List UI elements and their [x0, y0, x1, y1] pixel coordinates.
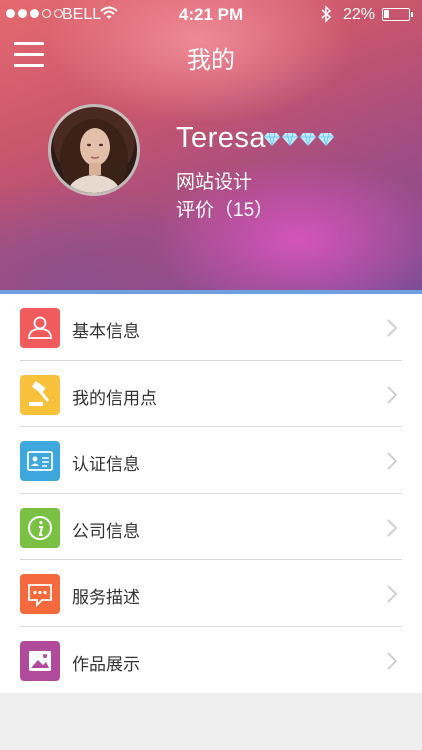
chevron-right-icon — [387, 452, 398, 470]
page-title: 我的 — [187, 47, 235, 74]
chevron-right-icon — [387, 518, 398, 537]
chevron-right-icon — [387, 585, 398, 603]
menu-item-label: 公司信息 — [72, 521, 140, 541]
info-icon — [20, 507, 60, 548]
avatar[interactable] — [48, 104, 140, 196]
menu-item-label: 我的信用点 — [72, 388, 157, 408]
menu-item-basic-info[interactable]: 基本信息 — [0, 294, 422, 361]
menu-item-certification[interactable]: 认证信息 — [0, 427, 422, 494]
menu-item-label: 基本信息 — [72, 322, 140, 341]
empty-background-area — [0, 693, 422, 750]
user-icon — [20, 308, 60, 348]
gavel-icon — [20, 374, 60, 415]
user-rating-count[interactable]: 评价（15） — [176, 195, 273, 222]
menu-item-label: 服务描述 — [72, 588, 140, 607]
app-screen: BELL 4:21 PM 22% 我的 Teresa 网站设计 评价（15） 基… — [0, 0, 422, 750]
status-bar: BELL 4:21 PM 22% — [0, 0, 422, 30]
user-name: Teresa — [176, 122, 267, 154]
id-card-icon — [20, 441, 60, 481]
image-icon — [20, 640, 60, 681]
chevron-right-icon — [387, 385, 398, 404]
battery-percentage: 22% — [343, 6, 376, 23]
menu-item-credit-points[interactable]: 我的信用点 — [0, 361, 422, 427]
avatar-portrait-image — [60, 119, 128, 193]
menu-item-service-description[interactable]: 服务描述 — [0, 560, 422, 627]
bluetooth-icon — [321, 5, 332, 23]
menu-item-label: 作品展示 — [72, 654, 140, 674]
diamond-rating — [264, 132, 334, 146]
user-job-title: 网站设计 — [176, 172, 253, 193]
menu-item-label: 认证信息 — [72, 455, 140, 474]
chat-icon — [20, 574, 60, 614]
chevron-right-icon — [387, 319, 398, 337]
menu-item-company-info[interactable]: 公司信息 — [0, 494, 422, 560]
menu-item-portfolio[interactable]: 作品展示 — [0, 627, 422, 694]
diamond-icon — [264, 132, 280, 146]
battery-icon — [382, 8, 413, 21]
chevron-right-icon — [387, 651, 398, 670]
diamond-icon — [318, 132, 334, 146]
diamond-icon — [282, 132, 298, 146]
profile-menu-list: 基本信息 我的信用点 认证信息 公司信息 服务描述 作品展示 — [0, 294, 422, 693]
diamond-icon — [300, 132, 316, 146]
